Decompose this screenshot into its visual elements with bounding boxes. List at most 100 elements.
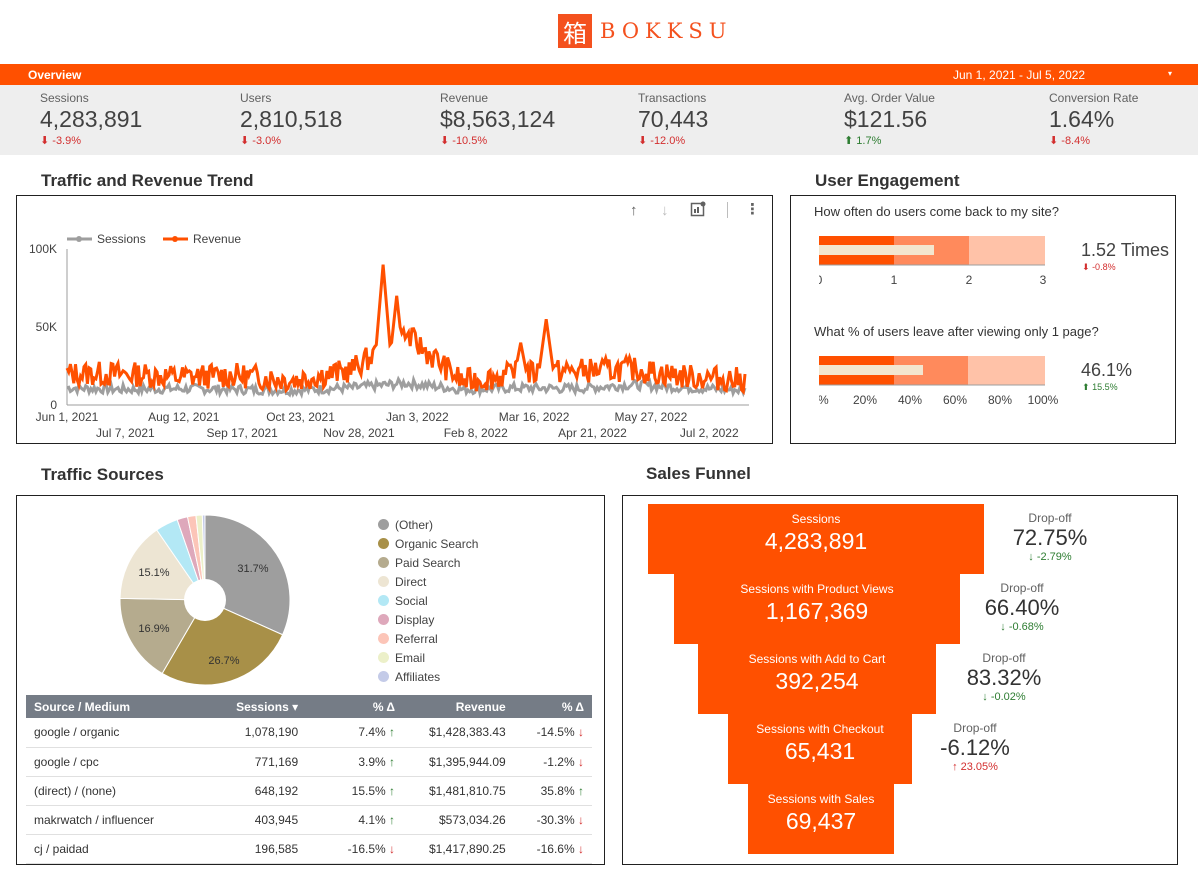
funnel-step-value: 1,167,369 [765, 598, 869, 624]
axis-tick: 40% [898, 393, 922, 407]
col-header-sessions[interactable]: Sessions ▾ [189, 695, 307, 718]
x-tick-label: May 27, 2022 [615, 410, 688, 424]
legend-item[interactable]: Referral [378, 629, 478, 648]
y-tick-label: 50K [36, 320, 57, 334]
funnel-step-add-to-cart: Sessions with Add to Cart 392,254 [698, 644, 936, 714]
kpi-label: Transactions [638, 91, 707, 105]
funnel-step-value: 4,283,891 [764, 528, 868, 554]
caret-down-icon[interactable]: ▾ [1168, 69, 1172, 78]
kpi-label: Avg. Order Value [844, 91, 935, 105]
legend-item[interactable]: (Other) [378, 515, 478, 534]
arrow-up-icon: ↑ [578, 783, 584, 798]
funnel-step-checkout: Sessions with Checkout 65,431 [728, 714, 912, 784]
col-header-source[interactable]: Source / Medium [26, 695, 190, 718]
overview-title: Overview [28, 68, 82, 82]
col-header-revenue[interactable]: Revenue [403, 695, 514, 718]
kpi-sessions: Sessions 4,283,891 ⬇ -3.9% [40, 91, 142, 147]
legend-item[interactable]: Direct [378, 572, 478, 591]
logo-text: BOKKSU [600, 19, 733, 43]
kpi-conversion-rate: Conversion Rate 1.64% ⬇ -8.4% [1049, 91, 1138, 147]
axis-tick: 20% [853, 393, 877, 407]
funnel-step-label: Sessions with Checkout [756, 722, 884, 736]
trend-legend: Sessions Revenue [67, 232, 241, 246]
table-row[interactable]: cj / paidad 196,585 -16.5% ↓ $1,417,890.… [26, 834, 592, 864]
legend-item[interactable]: Organic Search [378, 534, 478, 553]
table-row[interactable]: makrwatch / influencer 403,945 4.1% ↑ $5… [26, 805, 592, 835]
dropoff-value: 83.32% [966, 665, 1042, 690]
return-frequency-value: 1.52 Times [1081, 240, 1170, 260]
kpi-delta: ⬇ -8.4% [1049, 135, 1091, 147]
date-range-selector[interactable]: Jun 1, 2021 - Jul 5, 2022 [953, 68, 1085, 82]
x-tick-label: Jul 2, 2022 [680, 426, 739, 440]
cell-revenue-delta: -14.5% ↓ [513, 718, 592, 748]
arrow-down-icon: ↓ [1028, 551, 1034, 563]
legend-item[interactable]: Email [378, 648, 478, 667]
funnel-dropoff-4: Drop-off -6.12% ↑ 23.05% [935, 721, 1015, 773]
cell-sessions: 1,078,190 [189, 718, 307, 748]
pie-hole [184, 579, 226, 621]
funnel-step-value: 65,431 [784, 738, 856, 764]
trend-title: Traffic and Revenue Trend [41, 171, 254, 190]
kpi-value: 2,810,518 [240, 106, 343, 132]
col-header-sessions-delta[interactable]: % Δ [306, 695, 404, 718]
x-tick-label: Nov 28, 2021 [323, 426, 395, 440]
legend-dot [378, 614, 389, 625]
arrow-down-icon: ↓ [578, 812, 584, 827]
cell-sessions-delta: 15.5% ↑ [306, 776, 404, 806]
axis-tick: 3 [1040, 273, 1047, 287]
dropoff-value: 72.75% [1012, 525, 1088, 550]
sources-table: Source / Medium Sessions ▾ % Δ Revenue %… [26, 695, 592, 864]
dropoff-delta: ↓ -0.02% [982, 691, 1026, 703]
pie-value-label: 31.7% [237, 563, 268, 575]
kpi-value: 1.64% [1049, 106, 1115, 132]
col-header-revenue-delta[interactable]: % Δ [513, 695, 592, 718]
bullet-value-bar [819, 365, 923, 375]
trend-panel: ↑ ↓ ⋮ Sessions Revenue 0 50K 100K Jun 1, 20… [16, 195, 773, 444]
legend-item[interactable]: Social [378, 591, 478, 610]
legend-dot [378, 519, 389, 530]
cell-revenue-delta: -30.3% ↓ [513, 805, 592, 835]
cell-revenue-delta: -16.6% ↓ [513, 834, 592, 864]
table-header-row: Source / Medium Sessions ▾ % Δ Revenue %… [26, 695, 592, 718]
legend-item[interactable]: Affiliates [378, 667, 478, 686]
engagement-panel: How often do users come back to my site?… [790, 195, 1176, 444]
legend-dot [378, 633, 389, 644]
arrow-down-icon: ⬇ [240, 135, 250, 147]
pie-value-label: 16.9% [138, 623, 169, 635]
cell-source: cj / paidad [26, 834, 190, 864]
kpi-revenue: Revenue $8,563,124 ⬇ -10.5% [440, 91, 555, 147]
dropoff-label: Drop-off [1000, 581, 1044, 595]
axis-tick: 0 [819, 273, 823, 287]
cell-sessions: 648,192 [189, 776, 307, 806]
table-row[interactable]: google / cpc 771,169 3.9% ↑ $1,395,944.0… [26, 747, 592, 777]
bullet-band-3 [969, 236, 1045, 265]
brand-logo: 箱 BOKKSU [558, 14, 733, 48]
funnel-step-sales: Sessions with Sales 69,437 [748, 784, 894, 854]
arrow-up-icon: ↑ [952, 761, 958, 773]
x-tick-label: Feb 8, 2022 [444, 426, 508, 440]
kpi-transactions: Transactions 70,443 ⬇ -12.0% [638, 91, 708, 147]
table-row[interactable]: google / organic 1,078,190 7.4% ↑ $1,428… [26, 718, 592, 748]
arrow-down-icon: ⬇ [440, 135, 450, 147]
arrow-up-icon: ⬆ [1082, 382, 1090, 392]
kpi-delta: ⬆ 1.7% [844, 135, 882, 147]
dropoff-label: Drop-off [982, 651, 1026, 665]
legend-item[interactable]: Display [378, 610, 478, 629]
funnel-step-label: Sessions with Product Views [740, 582, 894, 596]
legend-item[interactable]: Paid Search [378, 553, 478, 572]
series-line-revenue [65, 264, 747, 396]
legend-dot [378, 538, 389, 549]
table-row[interactable]: (direct) / (none) 648,192 15.5% ↑ $1,481… [26, 776, 592, 806]
bounce-rate-value: 46.1% [1081, 360, 1133, 380]
engagement-question-return: How often do users come back to my site? [814, 204, 1059, 219]
return-frequency-delta: ⬇ -0.8% [1082, 262, 1116, 272]
dropoff-label: Drop-off [953, 721, 997, 735]
funnel-step-label: Sessions [791, 512, 841, 526]
cell-sessions: 403,945 [189, 805, 307, 835]
axis-tick: 0% [819, 393, 829, 407]
dropoff-delta: ↓ -0.68% [1000, 621, 1044, 633]
bullet-band-3 [968, 356, 1045, 385]
legend-label-revenue: Revenue [193, 232, 241, 246]
kpi-strip: Sessions 4,283,891 ⬇ -3.9% Users 2,810,5… [0, 85, 1198, 155]
dropoff-label: Drop-off [1028, 511, 1072, 525]
